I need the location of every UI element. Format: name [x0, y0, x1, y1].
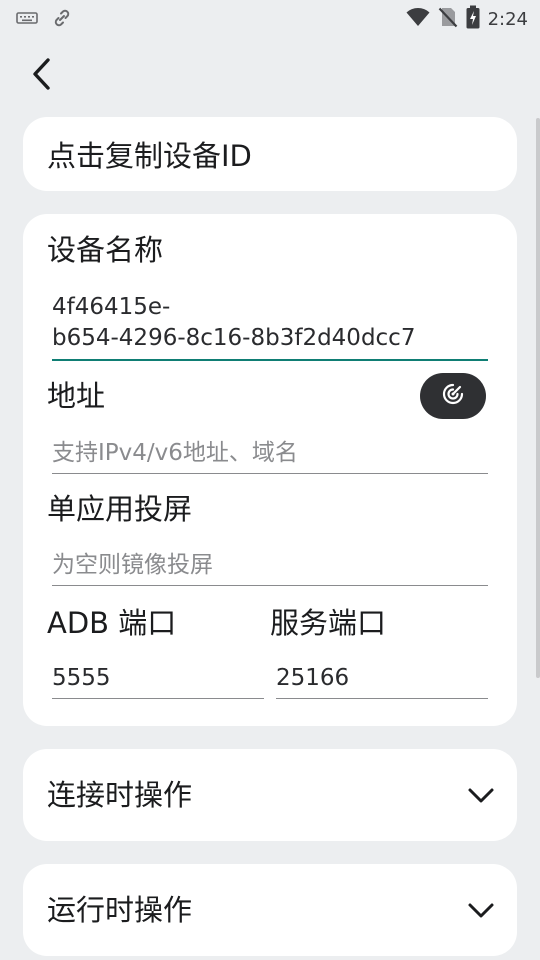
service-port-input[interactable]: 25166	[276, 663, 488, 694]
back-button[interactable]	[22, 56, 62, 96]
device-name-underline	[52, 359, 488, 361]
adb-port-input[interactable]: 5555	[52, 663, 264, 694]
copy-device-id-card[interactable]: 点击复制设备ID	[23, 117, 517, 191]
battery-charging-icon	[466, 5, 480, 33]
keyboard-icon	[16, 10, 38, 30]
scrollbar[interactable]	[536, 118, 540, 678]
wifi-icon	[406, 7, 430, 31]
address-underline	[52, 473, 488, 474]
service-port-label: 服务端口	[270, 606, 387, 640]
status-bar: 2:24	[0, 0, 540, 36]
chevron-down-icon	[467, 898, 495, 922]
single-app-underline	[52, 585, 488, 586]
single-app-input[interactable]: 为空则镜像投屏	[52, 550, 488, 581]
single-app-label: 单应用投屏	[47, 492, 193, 526]
back-arrow-icon	[31, 57, 53, 95]
scan-button[interactable]	[420, 373, 486, 419]
scan-icon	[441, 382, 465, 410]
device-name-label: 设备名称	[47, 233, 164, 267]
chevron-down-icon	[467, 783, 495, 807]
adb-port-underline	[52, 698, 264, 699]
adb-port-label: ADB 端口	[47, 606, 177, 640]
device-form-card: 设备名称 4f46415e- b654-4296-8c16-8b3f2d40dc…	[23, 214, 517, 726]
address-input[interactable]: 支持IPv4/v6地址、域名	[52, 438, 488, 469]
link-icon	[52, 8, 72, 32]
on-connect-section[interactable]: 连接时操作	[23, 749, 517, 841]
clock: 2:24	[487, 8, 528, 30]
copy-device-id-label: 点击复制设备ID	[47, 139, 252, 173]
device-name-value-line1: 4f46415e-	[52, 294, 171, 320]
device-name-field[interactable]: 4f46415e- b654-4296-8c16-8b3f2d40dcc7	[52, 292, 488, 354]
on-run-section[interactable]: 运行时操作	[23, 864, 517, 956]
device-name-value-line2: b654-4296-8c16-8b3f2d40dcc7	[52, 325, 416, 351]
address-label: 地址	[47, 379, 106, 413]
service-port-underline	[276, 698, 488, 699]
on-run-label: 运行时操作	[47, 893, 193, 927]
on-connect-label: 连接时操作	[47, 778, 193, 812]
no-sim-icon	[438, 6, 458, 32]
